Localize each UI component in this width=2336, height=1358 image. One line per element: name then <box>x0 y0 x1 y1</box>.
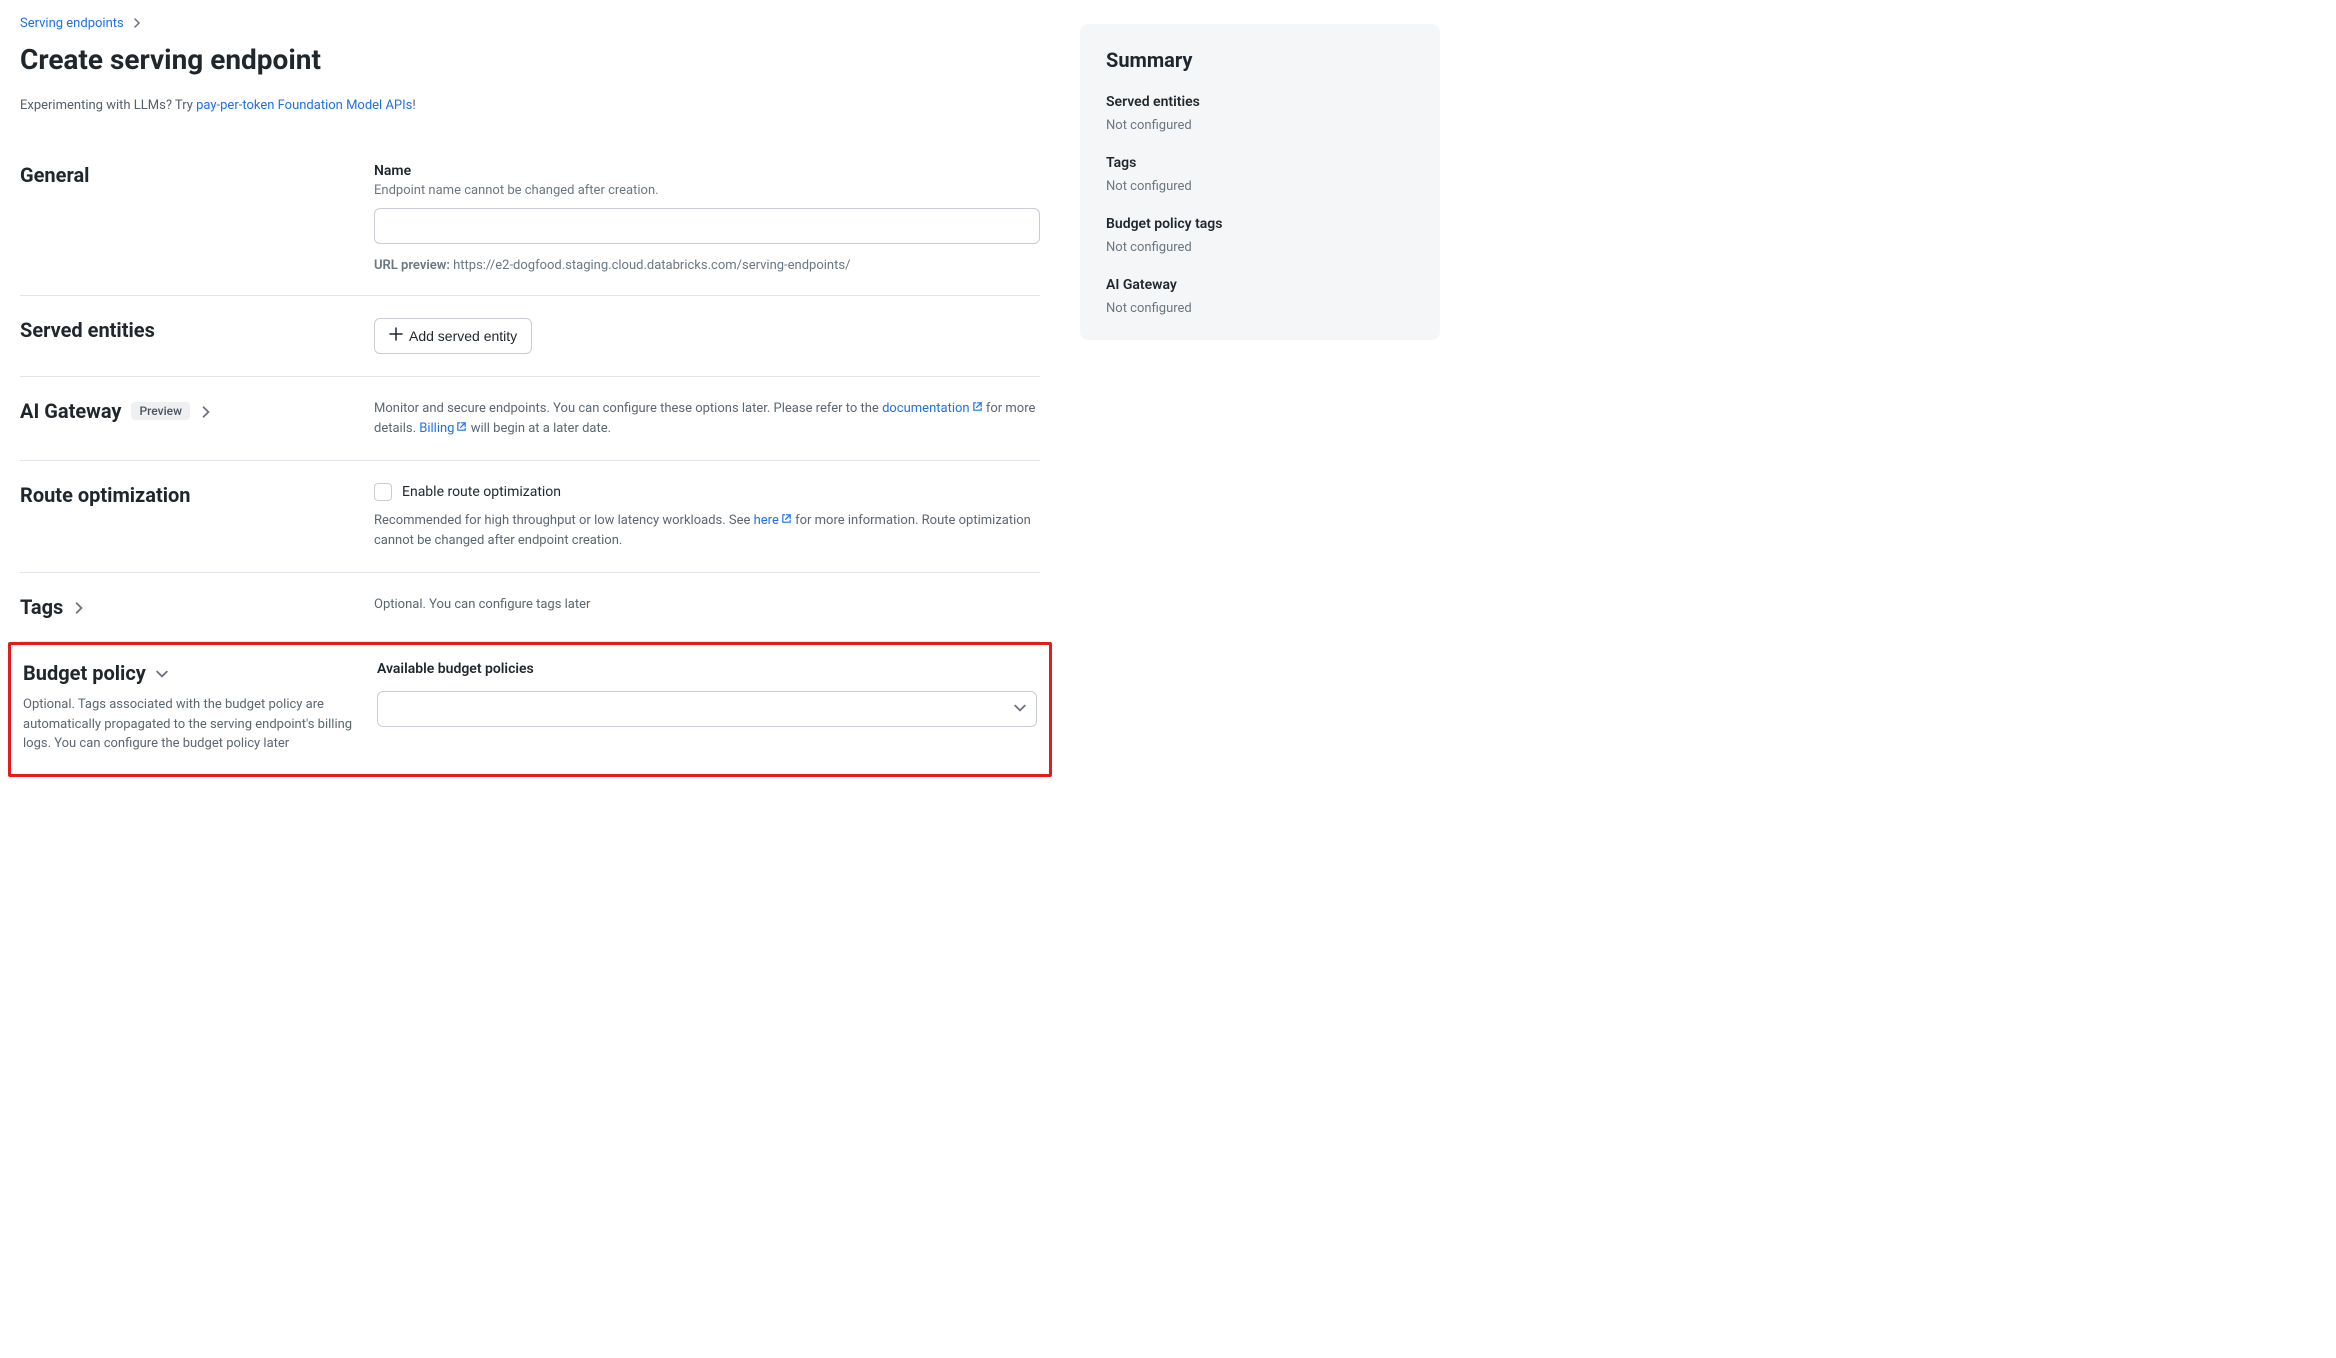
hint-prefix: Experimenting with LLMs? Try <box>20 98 196 113</box>
summary-item-value: Not configured <box>1106 301 1414 316</box>
chevron-right-icon[interactable] <box>200 399 212 423</box>
summary-item-value: Not configured <box>1106 240 1414 255</box>
summary-item-label: Budget policy tags <box>1106 216 1414 232</box>
url-preview-value: https://e2-dogfood.staging.cloud.databri… <box>453 258 850 273</box>
name-input[interactable] <box>374 208 1040 244</box>
route-opt-here-link[interactable]: here <box>754 513 792 528</box>
served-entities-title: Served entities <box>20 318 350 342</box>
summary-item-tags: Tags Not configured <box>1106 155 1414 194</box>
available-budget-policies-label: Available budget policies <box>377 661 1037 677</box>
section-general: General Name Endpoint name cannot be cha… <box>20 141 1040 296</box>
foundation-model-link[interactable]: pay-per-token Foundation Model APIs <box>196 98 412 113</box>
hint-suffix: ! <box>412 98 415 113</box>
breadcrumb: Serving endpoints <box>20 16 1040 31</box>
external-link-icon <box>781 511 792 522</box>
route-optimization-description: Recommended for high throughput or low l… <box>374 511 1040 550</box>
section-route-optimization: Route optimization Enable route optimiza… <box>20 461 1040 573</box>
add-served-entity-label: Add served entity <box>409 328 517 344</box>
name-field-label: Name <box>374 163 1040 179</box>
documentation-link[interactable]: documentation <box>882 401 983 416</box>
chevron-down-icon <box>1014 702 1026 717</box>
enable-route-optimization-checkbox[interactable] <box>374 483 392 501</box>
ai-gateway-title-row: AI Gateway Preview <box>20 399 350 423</box>
section-ai-gateway: AI Gateway Preview Monitor and secure en… <box>20 377 1040 461</box>
summary-panel: Summary Served entities Not configured T… <box>1080 24 1440 340</box>
budget-policy-title: Budget policy <box>23 661 146 685</box>
summary-item-budget-policy-tags: Budget policy tags Not configured <box>1106 216 1414 255</box>
plus-icon <box>389 327 403 345</box>
budget-policy-highlight: Budget policy Optional. Tags associated … <box>8 642 1052 777</box>
chevron-down-icon[interactable] <box>156 661 168 685</box>
route-optimization-title: Route optimization <box>20 483 350 507</box>
add-served-entity-button[interactable]: Add served entity <box>374 318 532 354</box>
tags-description: Optional. You can configure tags later <box>374 595 1040 615</box>
external-link-icon <box>972 399 983 410</box>
section-served-entities: Served entities Add served entity <box>20 296 1040 377</box>
section-tags: Tags Optional. You can configure tags la… <box>20 573 1040 642</box>
summary-item-label: AI Gateway <box>1106 277 1414 293</box>
chevron-right-icon[interactable] <box>73 595 85 619</box>
external-link-icon <box>456 419 467 430</box>
summary-item-value: Not configured <box>1106 118 1414 133</box>
page-title: Create serving endpoint <box>20 43 1040 76</box>
preview-badge: Preview <box>131 402 190 420</box>
summary-item-ai-gateway: AI Gateway Not configured <box>1106 277 1414 316</box>
chevron-right-icon <box>132 17 142 31</box>
url-preview-label: URL preview: <box>374 258 450 273</box>
url-preview: URL preview: https://e2-dogfood.staging.… <box>374 258 1040 273</box>
budget-policy-subtext: Optional. Tags associated with the budge… <box>23 695 353 754</box>
budget-policy-title-row: Budget policy <box>23 661 353 685</box>
enable-route-optimization-label: Enable route optimization <box>402 484 561 500</box>
tags-title: Tags <box>20 595 63 619</box>
summary-item-label: Tags <box>1106 155 1414 171</box>
ai-gateway-description: Monitor and secure endpoints. You can co… <box>374 399 1040 438</box>
budget-policy-select[interactable] <box>377 691 1037 727</box>
llm-hint: Experimenting with LLMs? Try pay-per-tok… <box>20 98 1040 113</box>
section-budget-policy: Budget policy Optional. Tags associated … <box>23 661 1037 754</box>
general-title: General <box>20 163 350 187</box>
breadcrumb-link-serving-endpoints[interactable]: Serving endpoints <box>20 16 124 31</box>
tags-title-row: Tags <box>20 595 350 619</box>
ai-gateway-title: AI Gateway <box>20 399 121 423</box>
summary-item-label: Served entities <box>1106 94 1414 110</box>
name-field-hint: Endpoint name cannot be changed after cr… <box>374 183 1040 198</box>
summary-item-served-entities: Served entities Not configured <box>1106 94 1414 133</box>
summary-item-value: Not configured <box>1106 179 1414 194</box>
summary-title: Summary <box>1106 48 1414 72</box>
billing-link[interactable]: Billing <box>419 421 467 436</box>
